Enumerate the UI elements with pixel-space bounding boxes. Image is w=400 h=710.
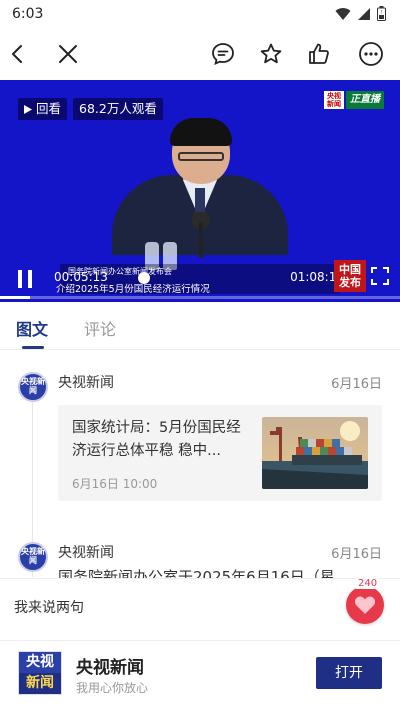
close-icon — [59, 45, 77, 63]
comment-input[interactable]: 我来说两句 — [14, 597, 84, 617]
post-date: 6月16日 — [331, 547, 382, 562]
container-port-image — [262, 417, 368, 489]
progress-bar[interactable] — [0, 296, 400, 299]
comment-button[interactable] — [207, 38, 239, 70]
back-arrow-icon — [12, 45, 22, 63]
comment-bubble-icon — [212, 43, 234, 66]
author-avatar[interactable]: 央视新闻 — [18, 372, 48, 402]
like-count: 240 — [356, 578, 380, 589]
fullscreen-button[interactable] — [370, 266, 390, 286]
app-logo-top: 央视 — [19, 652, 61, 673]
fullscreen-icon — [371, 267, 389, 285]
news-card[interactable]: 国家统计局：5月份国民经济运行总体平稳 稳中... 6月16日 10:00 — [58, 405, 382, 501]
author-name: 央视新闻 — [58, 375, 114, 391]
content-tabs: 图文 评论 — [0, 304, 400, 350]
channel-logo: 中国发布 — [334, 260, 366, 292]
like-button[interactable] — [346, 586, 384, 624]
news-title: 国家统计局：5月份国民经济运行总体平稳 稳中... — [72, 420, 241, 459]
signal-icon — [358, 7, 370, 20]
viewer-count: 68.2万人观看 — [73, 98, 163, 120]
replay-badge: 回看 68.2万人观看 — [18, 98, 163, 120]
comment-bar: 我来说两句 — [0, 578, 400, 638]
app-download-banner: 央视 新闻 央视新闻 我用心你放心 打开 — [0, 640, 400, 710]
back-button[interactable] — [2, 38, 34, 70]
thumbs-up-icon — [309, 43, 329, 64]
favorite-button[interactable] — [255, 38, 287, 70]
app-logo-bottom: 新闻 — [19, 673, 61, 694]
live-feed[interactable]: 央视新闻 央视新闻 6月16日 国家统计局：5月份国民经济运行总体平稳 稳中..… — [0, 352, 400, 578]
post-date: 6月16日 — [331, 377, 382, 392]
author-name: 央视新闻 — [58, 545, 114, 561]
replay-chip[interactable]: 回看 — [18, 98, 68, 120]
tab-comments[interactable]: 评论 — [84, 316, 116, 340]
heart-icon — [354, 596, 376, 614]
app-logo: 央视 新闻 — [18, 651, 62, 695]
pause-button[interactable] — [14, 268, 36, 290]
status-icons: ! — [335, 6, 386, 21]
status-time: 6:03 — [12, 6, 44, 22]
live-logo: 央视新闻 正直播 — [324, 90, 384, 110]
progress-knob[interactable] — [138, 272, 150, 284]
cctv-news-mini-logo: 央视新闻 — [324, 91, 344, 109]
play-small-icon — [24, 104, 32, 114]
status-bar: 6:03 ! — [0, 0, 400, 30]
more-icon — [359, 42, 383, 66]
progress-fill — [0, 296, 30, 299]
more-button[interactable] — [355, 38, 387, 70]
like-button-top[interactable] — [303, 38, 335, 70]
author-avatar[interactable]: 央视新闻 — [18, 542, 48, 572]
tab-graphic[interactable]: 图文 — [16, 316, 48, 340]
replay-label: 回看 — [36, 101, 62, 116]
microphone-stand — [199, 222, 203, 258]
wifi-icon — [335, 7, 351, 20]
news-date: 6月16日 10:00 — [72, 477, 158, 491]
current-time: 00:05:13 — [54, 270, 108, 284]
pause-icon — [18, 270, 32, 288]
star-icon — [260, 43, 282, 64]
tab-active-indicator — [22, 346, 44, 349]
presenter-hair — [170, 118, 232, 146]
svg-text:!: ! — [380, 10, 382, 16]
app-slogan: 我用心你放心 — [76, 681, 149, 695]
open-app-button[interactable]: 打开 — [316, 657, 382, 689]
feed-preview-text: 国务院新闻办公室于2025年6月16日（星 — [58, 568, 335, 578]
live-chip: 正直播 — [346, 91, 384, 109]
battery-icon: ! — [377, 6, 386, 21]
presenter-glasses — [178, 152, 224, 161]
top-nav-bar — [0, 30, 400, 78]
close-button[interactable] — [52, 38, 84, 70]
app-name: 央视新闻 — [76, 658, 144, 678]
